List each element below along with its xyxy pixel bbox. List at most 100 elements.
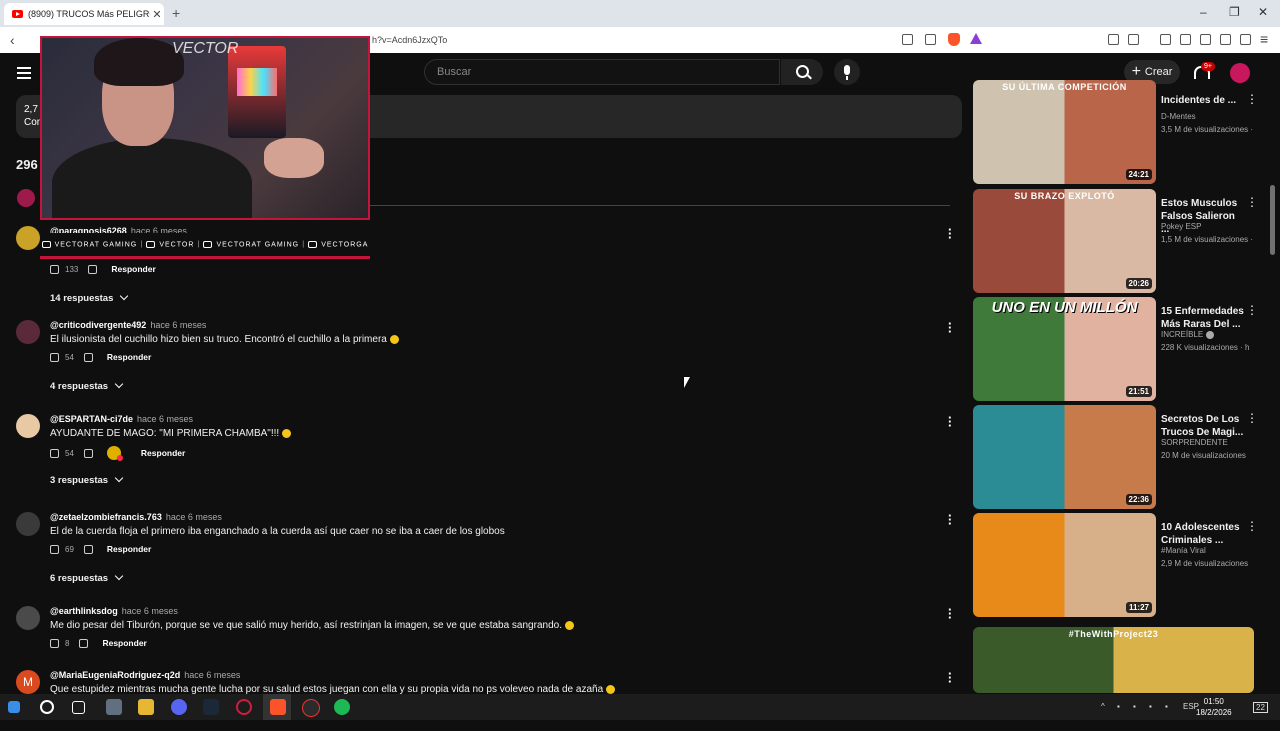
recommended-video[interactable]: UNO EN UN MILLÓN 21:51 15 Enfermedades Más… [973, 297, 1263, 401]
dislike-icon[interactable] [83, 448, 93, 458]
channel-name[interactable]: #Manía Viral [1161, 546, 1206, 555]
comment-author[interactable]: @earthlinksdog [50, 606, 118, 616]
video-menu-icon[interactable]: ⋮ [1246, 303, 1258, 317]
tray-volume-icon[interactable]: ▪ [1165, 702, 1168, 711]
spotify-icon[interactable] [334, 699, 350, 715]
close-window-button[interactable]: ✕ [1258, 5, 1268, 19]
channel-name[interactable]: D-Mentes [1161, 112, 1196, 121]
video-title[interactable]: Secretos De Los Trucos De Magi... [1161, 413, 1245, 439]
comment-menu-icon[interactable]: · · · [948, 509, 952, 530]
leo-ai-icon[interactable] [1220, 34, 1231, 45]
comment-menu-icon[interactable]: · · · [948, 603, 952, 624]
commenter-avatar[interactable] [16, 512, 40, 536]
back-icon[interactable]: ‹ [10, 32, 15, 48]
video-thumbnail[interactable]: UNO EN UN MILLÓN 21:51 [973, 297, 1156, 401]
windows-start-icon[interactable] [8, 701, 20, 713]
channel-name[interactable]: Pokey ESP [1161, 222, 1201, 231]
view-replies-button[interactable]: 6 respuestas [50, 571, 124, 584]
commenter-avatar[interactable] [16, 226, 40, 250]
comment-time[interactable]: hace 6 meses [122, 606, 178, 616]
recommended-video[interactable]: SU ÚLTIMA COMPETICIÓN 24:21 Incidentes de … [973, 80, 1263, 184]
video-thumbnail[interactable]: 11:27 [973, 513, 1156, 617]
brave-shields-icon[interactable] [948, 33, 960, 46]
comment-author[interactable]: @criticodivergente492 [50, 320, 146, 330]
browser-tab[interactable]: (8909) TRUCOS Más PELIGROSO ✕ [4, 3, 164, 25]
comment-time[interactable]: hace 6 meses [184, 670, 240, 680]
maximize-button[interactable]: ❐ [1229, 5, 1240, 19]
voice-search-icon[interactable] [834, 59, 860, 85]
like-icon[interactable] [50, 448, 59, 458]
notification-center-icon[interactable]: 22 [1253, 702, 1268, 713]
recommended-video[interactable]: SU BRAZO EXPLOTÓ 20:26 Estos Musculos Fals… [973, 189, 1263, 293]
like-icon[interactable] [50, 352, 59, 362]
taskbar-clock[interactable]: 01:50 18/2/2026 [1196, 696, 1232, 718]
tab-close-icon[interactable]: ✕ [150, 8, 164, 21]
share-icon[interactable] [925, 34, 936, 45]
menu-icon[interactable]: ≡ [1260, 31, 1268, 47]
brave-taskbar-icon[interactable] [270, 699, 286, 715]
reply-button[interactable]: Responder [111, 264, 155, 274]
steam-icon[interactable] [203, 699, 219, 715]
dislike-icon[interactable] [79, 638, 89, 648]
search-button[interactable] [781, 59, 823, 85]
comment-author[interactable]: @ESPARTAN-ci7de [50, 414, 133, 424]
like-icon[interactable] [50, 264, 59, 274]
video-menu-icon[interactable]: ⋮ [1246, 519, 1258, 533]
view-replies-button[interactable]: 4 respuestas [50, 379, 124, 392]
comment-time[interactable]: hace 6 meses [137, 414, 193, 424]
sidebar-icon[interactable] [1180, 34, 1191, 45]
video-thumbnail[interactable]: SU BRAZO EXPLOTÓ 20:26 [973, 189, 1156, 293]
page-scrollbar[interactable] [1270, 185, 1275, 255]
tray-shield-icon[interactable]: ▪ [1117, 702, 1120, 711]
discord-icon[interactable] [171, 699, 187, 715]
commenter-avatar[interactable] [16, 320, 40, 344]
channel-name[interactable]: SORPRENDENTE [1161, 438, 1228, 447]
like-icon[interactable] [50, 544, 59, 554]
comment-menu-icon[interactable]: · · · [948, 223, 952, 244]
commenter-avatar[interactable] [16, 414, 40, 438]
folder-icon[interactable] [138, 699, 154, 715]
view-replies-button[interactable]: 14 respuestas [50, 291, 129, 304]
search-input[interactable]: Buscar [424, 59, 780, 85]
reply-button[interactable]: Responder [141, 448, 185, 458]
commenter-avatar[interactable]: M [16, 670, 40, 694]
like-icon[interactable] [50, 638, 59, 648]
file-explorer-icon[interactable] [106, 699, 122, 715]
channel-name[interactable]: INCREÍBLE [1161, 330, 1215, 339]
video-title[interactable]: Incidentes de ... [1161, 94, 1245, 107]
video-menu-icon[interactable]: ⋮ [1246, 92, 1258, 106]
tray-cloud-icon[interactable]: ▪ [1149, 702, 1152, 711]
url-field[interactable]: h?v=Acdn6JzxQTo [372, 35, 447, 45]
minimize-button[interactable]: – [1200, 5, 1207, 19]
new-tab-button[interactable]: + [172, 5, 180, 21]
media-icon[interactable] [1160, 34, 1171, 45]
video-thumbnail[interactable]: 22:36 [973, 405, 1156, 509]
video-title[interactable]: 15 Enfermedades Más Raras Del ... [1161, 305, 1245, 331]
taskbar-search-icon[interactable] [40, 700, 54, 714]
cast-icon[interactable] [902, 34, 913, 45]
recommended-video[interactable]: 22:36 Secretos De Los Trucos De Magi... SO… [973, 405, 1263, 509]
reply-button[interactable]: Responder [107, 352, 151, 362]
brave-rewards-icon[interactable] [970, 33, 982, 44]
reading-list-icon[interactable] [1128, 34, 1139, 45]
hamburger-menu-icon[interactable] [17, 67, 31, 82]
comment-time[interactable]: hace 6 meses [166, 512, 222, 522]
comment-menu-icon[interactable]: · · · [948, 317, 952, 338]
commenter-avatar[interactable] [16, 606, 40, 630]
comment-author[interactable]: @zetaelzombiefrancis.763 [50, 512, 162, 522]
video-title[interactable]: 10 Adolescentes Criminales ... [1161, 521, 1245, 547]
extensions-icon[interactable] [1108, 34, 1119, 45]
comment-menu-icon[interactable]: · · · [948, 411, 952, 432]
task-view-icon[interactable] [72, 701, 85, 714]
video-menu-icon[interactable]: ⋮ [1246, 195, 1258, 209]
view-replies-button[interactable]: 3 respuestas [50, 473, 124, 486]
tray-mic-icon[interactable]: ▪ [1133, 702, 1136, 711]
video-menu-icon[interactable]: ⋮ [1246, 411, 1258, 425]
comment-author[interactable]: @MariaEugeniaRodriguez-q2d [50, 670, 180, 680]
recommended-video[interactable]: 11:27 10 Adolescentes Criminales ... #Maní… [973, 513, 1263, 617]
wallet-icon[interactable] [1200, 34, 1211, 45]
obs-icon[interactable] [302, 699, 320, 717]
dislike-icon[interactable] [83, 544, 93, 554]
video-thumbnail[interactable]: #TheWithProject23 [973, 627, 1254, 693]
opera-icon[interactable] [236, 699, 252, 715]
